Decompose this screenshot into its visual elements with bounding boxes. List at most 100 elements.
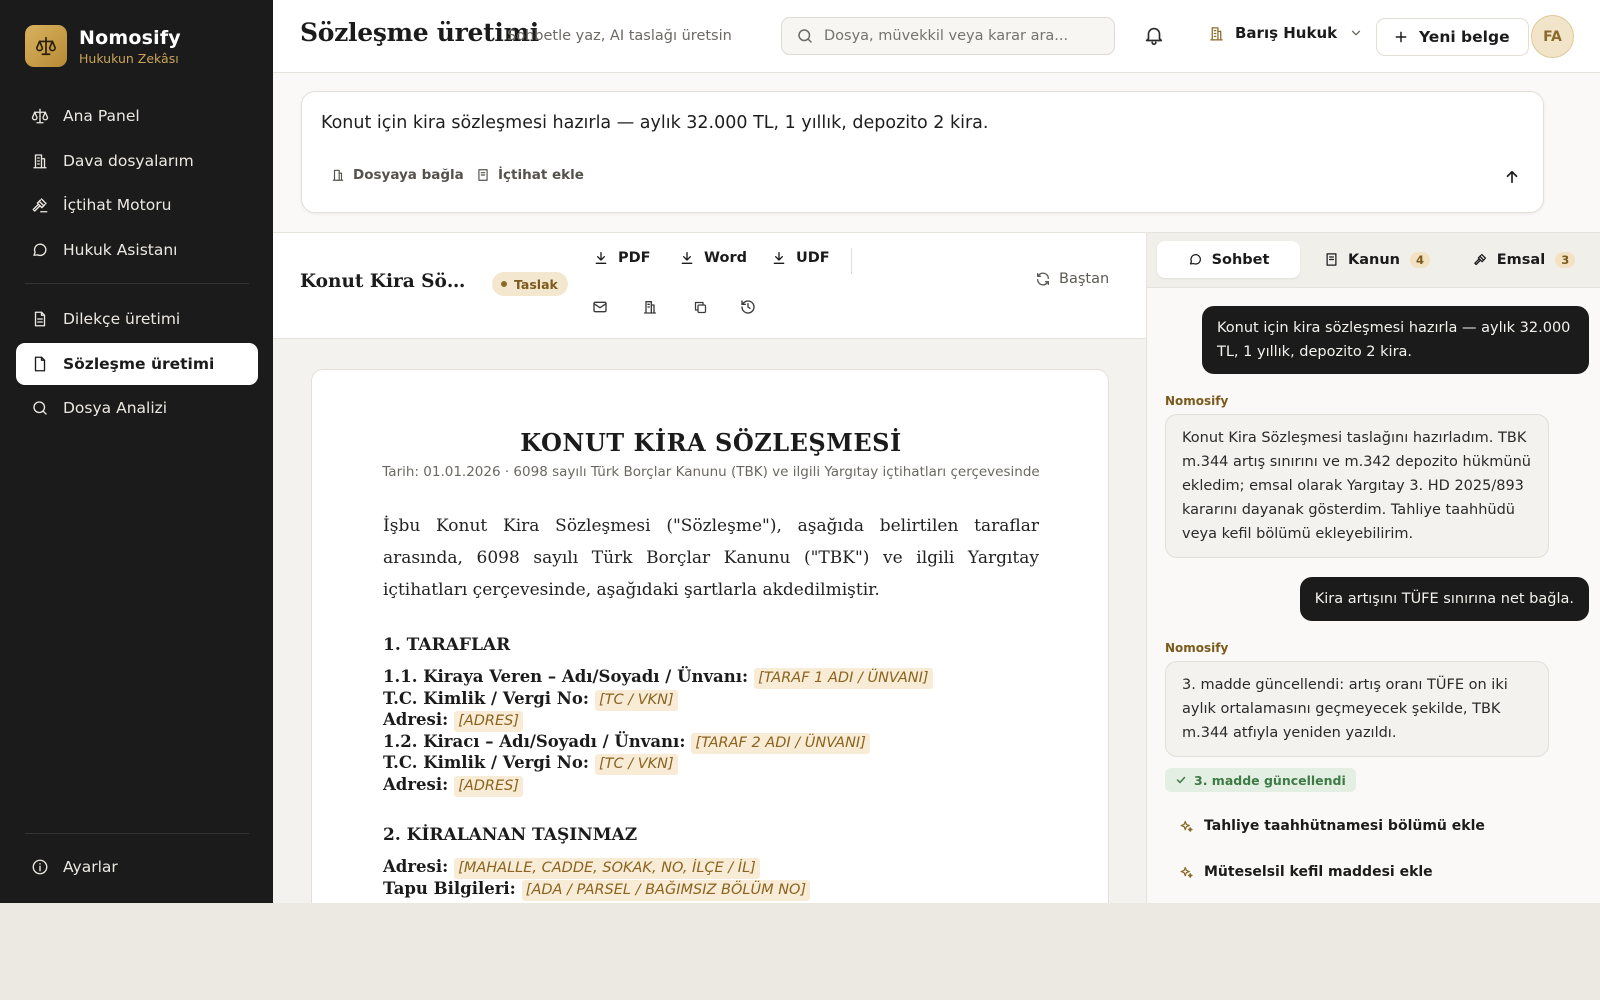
user-message: Kira artışını TÜFE sınırına net bağla. (1299, 577, 1589, 621)
search-icon (30, 398, 50, 418)
toolbar-divider (851, 248, 852, 274)
sidebar-nav-secondary: Dilekçe üretimi Sözleşme üretimi Dosya A… (16, 298, 258, 432)
sidebar-divider (25, 833, 249, 834)
document-field: 1.2. Kiracı – Adı/Soyadı / Ünvanı: [TARAF… (383, 731, 870, 754)
building-icon[interactable] (640, 297, 660, 317)
tab-count-badge: 4 (1409, 251, 1430, 268)
tab-kanun[interactable]: Kanun 4 (1310, 241, 1444, 278)
page-title: Sözleşme üretimi (300, 18, 539, 47)
bot-name: Nomosify (1165, 394, 1229, 408)
status-badge: Taslak (492, 272, 568, 296)
bell-icon[interactable] (1143, 24, 1165, 46)
sidebar-item-label: Hukuk Asistanı (63, 240, 178, 259)
plus-icon (1393, 29, 1409, 45)
search-box[interactable] (781, 17, 1115, 55)
download-icon (593, 250, 618, 266)
scales-icon (25, 25, 67, 67)
placeholder-field[interactable]: [MAHALLE, CADDE, SOKAK, NO, İLÇE / İL] (454, 858, 760, 879)
sidebar-item-label: Dosya Analizi (63, 399, 168, 417)
sidebar-item-dosya-analizi[interactable]: Dosya Analizi (16, 387, 258, 429)
sidebar-item-ictihat-motoru[interactable]: İçtihat Motoru (16, 184, 258, 226)
search-input[interactable] (824, 28, 1094, 44)
avatar[interactable]: FA (1531, 15, 1574, 58)
sparkle-icon (1179, 865, 1204, 880)
download-pdf-button[interactable]: PDF (593, 250, 651, 266)
new-document-button[interactable]: Yeni belge (1376, 18, 1529, 56)
brand-tagline: Hukukun Zekâsı (79, 50, 179, 66)
placeholder-field[interactable]: [ADRES] (454, 775, 524, 797)
document-meta: Tarih: 01.01.2026 · 6098 sayılı Türk Bor… (382, 464, 1040, 480)
section-heading: 2. KİRALANAN TAŞINMAZ (383, 825, 638, 845)
file-icon (30, 354, 50, 374)
placeholder-field[interactable]: [TC / VKN] (594, 689, 678, 711)
check-icon (1175, 774, 1194, 786)
org-name: Barış Hukuk (1235, 24, 1338, 42)
add-case-button[interactable]: İçtihat ekle (476, 167, 584, 183)
tab-count-badge: 3 (1555, 251, 1576, 268)
sidebar-item-label: Dilekçe üretimi (63, 310, 181, 328)
status-pill: 3. madde güncellendi (1165, 768, 1356, 792)
gavel-icon (30, 195, 50, 215)
arrow-up-icon[interactable] (1499, 164, 1525, 190)
document-field: Adresi: [MAHALLE, CADDE, SOKAK, NO, İLÇE … (383, 856, 760, 879)
sidebar: Nomosify Hukukun Zekâsı Ana Panel Dava d… (0, 0, 273, 903)
status-pill-label: 3. madde güncellendi (1194, 772, 1346, 788)
sidebar-item-hukuk-asistani[interactable]: Hukuk Asistanı (16, 229, 258, 271)
download-word-label: Word (704, 250, 747, 266)
download-icon (679, 250, 704, 266)
download-udf-label: UDF (796, 250, 830, 266)
org-switcher[interactable]: Barış Hukuk (1208, 24, 1363, 42)
reset-button[interactable]: Baştan (1035, 271, 1109, 287)
suggestion-button[interactable]: Müteselsil kefil maddesi ekle (1179, 864, 1433, 880)
download-icon (771, 250, 796, 266)
user-message: Konut için kira sözleşmesi hazırla — ayl… (1202, 306, 1589, 374)
sidebar-item-dava-dosyalarim[interactable]: Dava dosyalarım (16, 140, 258, 182)
field-label: Tapu Bilgileri: (383, 878, 516, 898)
bot-name: Nomosify (1165, 641, 1229, 655)
add-case-label: İçtihat ekle (498, 167, 584, 183)
sidebar-divider (25, 283, 249, 284)
placeholder-field[interactable]: [TARAF 1 ADI / ÜNVANI] (754, 668, 933, 689)
placeholder-field[interactable]: [TC / VKN] (594, 754, 678, 775)
status-dot (501, 281, 507, 287)
prompt-text[interactable]: Konut için kira sözleşmesi hazırla — ayl… (321, 113, 988, 133)
book-icon (476, 168, 498, 182)
document-intro: İşbu Konut Kira Sözleşmesi ("Sözleşme"),… (383, 516, 1039, 600)
assistant-panel: Sohbet Kanun 4 Emsal 3 Konut için kira s… (1146, 233, 1600, 903)
placeholder-field[interactable]: [TARAF 2 ADI / ÜNVANI] (691, 732, 870, 754)
brand[interactable]: Nomosify Hukukun Zekâsı (25, 25, 181, 67)
sidebar-item-label: İçtihat Motoru (63, 196, 172, 214)
mail-icon[interactable] (590, 297, 610, 317)
sidebar-item-ayarlar[interactable]: Ayarlar (16, 846, 258, 888)
document-field: T.C. Kimlik / Vergi No: [TC / VKN] (383, 752, 678, 775)
download-udf-button[interactable]: UDF (771, 250, 830, 266)
document-title: Konut Kira Sözleşmesi (300, 271, 475, 292)
history-icon[interactable] (738, 297, 758, 317)
document-field: Adresi: [ADRES] (383, 774, 524, 797)
chat-icon (30, 240, 50, 260)
document-page[interactable]: KONUT KİRA SÖZLEŞMESİ Tarih: 01.01.2026 … (311, 369, 1109, 903)
attach-file-label: Dosyaya bağla (353, 167, 464, 183)
field-label: 1.1. Kiraya Veren – Adı/Soyadı / Ünvanı: (383, 667, 749, 686)
copy-icon[interactable] (690, 297, 710, 317)
sidebar-item-sozlesme-uretimi[interactable]: Sözleşme üretimi (16, 342, 258, 385)
document-area[interactable]: KONUT KİRA SÖZLEŞMESİ Tarih: 01.01.2026 … (273, 339, 1146, 903)
document-field: Adresi: [ADRES] (383, 709, 524, 732)
field-label: Adresi: (383, 774, 449, 794)
tab-sohbet[interactable]: Sohbet (1157, 241, 1300, 278)
tab-label: Sohbet (1211, 251, 1270, 268)
status-label: Taslak (514, 276, 558, 292)
section-heading: 1. TARAFLAR (383, 635, 511, 655)
download-word-button[interactable]: Word (679, 250, 747, 266)
placeholder-field[interactable]: [ADA / PARSEL / BAĞIMSIZ BÖLÜM NO] (521, 879, 811, 901)
prompt-box[interactable]: Konut için kira sözleşmesi hazırla — ayl… (301, 91, 1544, 213)
sidebar-item-dilekce-uretimi[interactable]: Dilekçe üretimi (16, 298, 258, 340)
tab-emsal[interactable]: Emsal 3 (1454, 241, 1594, 278)
suggestion-button[interactable]: Tahliye taahhütnamesi bölümü ekle (1179, 818, 1485, 834)
placeholder-field[interactable]: [ADRES] (454, 711, 524, 732)
field-label: Adresi: (383, 710, 449, 729)
attach-file-button[interactable]: Dosyaya bağla (331, 167, 464, 183)
sidebar-item-ana-panel[interactable]: Ana Panel (16, 95, 258, 137)
document-icon (30, 309, 50, 329)
bot-message: 3. madde güncellendi: artış oranı TÜFE o… (1165, 661, 1549, 757)
